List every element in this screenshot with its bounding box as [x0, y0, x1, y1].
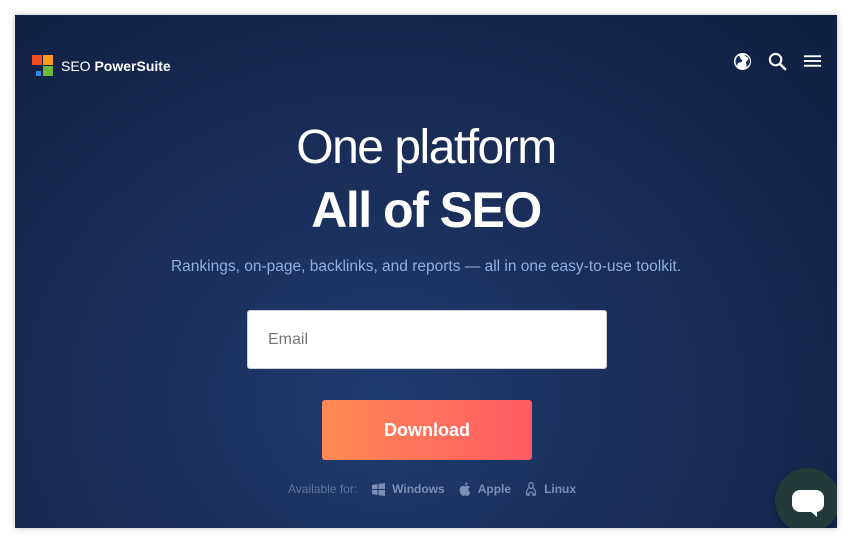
- platform-windows-label: Windows: [392, 482, 445, 496]
- hero-section: SEO PowerSuite One platform All of SEO R…: [15, 15, 837, 528]
- logo-mark-icon: [32, 55, 53, 76]
- hero-subtitle: Rankings, on-page, backlinks, and report…: [170, 258, 682, 275]
- brand-name-bold: PowerSuite: [94, 57, 171, 74]
- platform-apple[interactable]: Apple: [459, 482, 511, 496]
- linux-icon: [525, 482, 537, 496]
- brand-logo[interactable]: SEO PowerSuite: [32, 55, 171, 76]
- menu-icon[interactable]: [802, 51, 822, 71]
- hero-headline-line1: One platform: [296, 121, 557, 174]
- platform-apple-label: Apple: [477, 482, 512, 496]
- availability-label: Available for:: [288, 482, 358, 496]
- page-frame: SEO PowerSuite One platform All of SEO R…: [0, 0, 852, 543]
- hero-headline-line2: All of SEO: [311, 182, 542, 238]
- email-input[interactable]: [247, 310, 607, 369]
- availability-row: Available for: Windows Apple Linux: [288, 482, 590, 496]
- windows-icon: [372, 482, 386, 496]
- download-button[interactable]: Download: [322, 400, 532, 460]
- header-icons: [717, 51, 822, 71]
- platform-linux[interactable]: Linux: [525, 482, 576, 496]
- chat-icon: [791, 489, 824, 517]
- brand-name-regular: SEO: [61, 57, 91, 74]
- globe-icon[interactable]: [732, 51, 752, 71]
- platform-linux-label: Linux: [544, 482, 577, 496]
- apple-icon: [459, 482, 471, 496]
- brand-name: SEO PowerSuite: [61, 58, 171, 74]
- chat-button[interactable]: [775, 468, 837, 528]
- platform-windows[interactable]: Windows: [372, 482, 445, 496]
- search-icon[interactable]: [767, 51, 787, 71]
